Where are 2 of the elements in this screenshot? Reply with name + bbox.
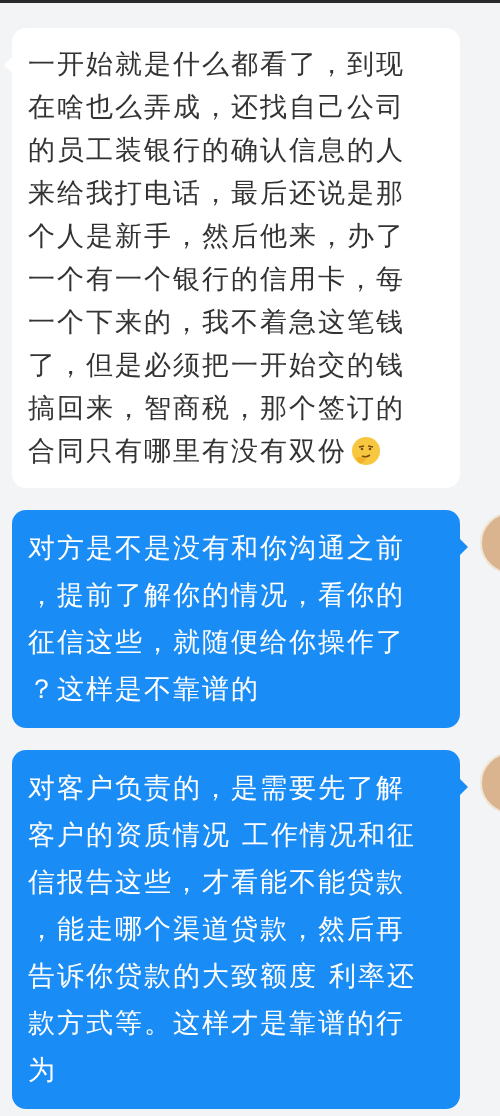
- bubble-tail: [459, 778, 468, 796]
- bubble-tail: [459, 538, 468, 556]
